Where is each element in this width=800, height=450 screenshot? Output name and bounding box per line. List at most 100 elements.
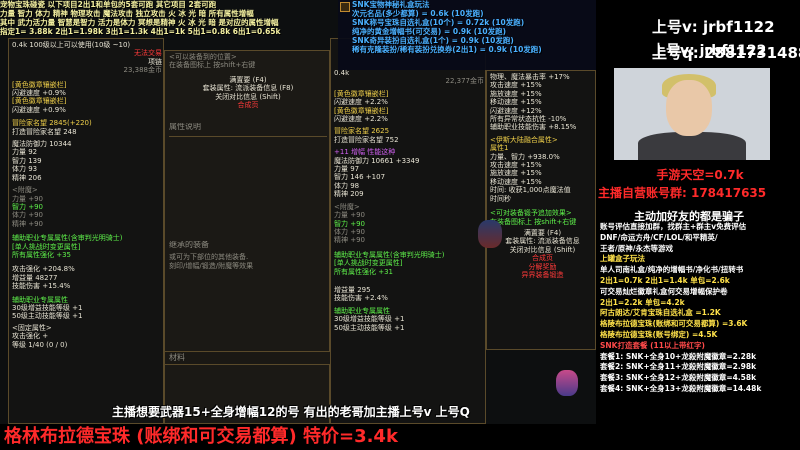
tooltip-line: 22,377金币 [445, 77, 485, 86]
tooltip-line: [黄色徽章镶嵌栏] [12, 80, 67, 89]
tooltip-line: 体力 +90 [334, 227, 365, 236]
game-viewport: 宠物宝珠碰瓷 以下项目2出1和单包的5套可跑 其它项目 2套可跑 力量 智力 体… [0, 0, 596, 450]
tooltip-line: 打造冒险家名望 248 [12, 127, 77, 136]
snk-gem-icon [340, 2, 350, 12]
tooltip-line: 无法交易 [134, 49, 162, 58]
snk-line: 次元名品(多少都算) = 0.6k (10发跑) [352, 9, 484, 18]
tooltip-line: 攻击速度 +15% [490, 81, 542, 90]
tooltip-line: 攻击强化 + [12, 332, 49, 341]
snk-line: SNK称号宝珠自选礼盒(10个) = 0.72k (10发跑) [352, 18, 525, 27]
tooltip-line: 满置要 (F4) [523, 228, 562, 237]
tooltip-line: 闪避速度 +0.9% [12, 105, 66, 114]
streamer-shirt [638, 132, 746, 160]
tooltip-line: 时间: 收获1,000点魔法值 [490, 186, 571, 195]
tooltip-line: 施放速度 +15% [490, 89, 542, 98]
tooltip-line: 合成页 [532, 254, 553, 263]
tooltip-line: 时间秒 [490, 194, 511, 203]
tooltip-line: 施放速度 +15% [490, 169, 542, 178]
tooltip-line: <可对装备锻予追加效果> [490, 209, 572, 218]
info-line: 格陵布拉德宝珠(账号绑定) =4.5K [600, 329, 718, 339]
tooltip-line: +11 增幅 性能这种 [334, 148, 396, 157]
snk-price-box: SNK宝物神秘礼盒玩法 次元名品(多少都算) = 0.6k (10发跑) SNK… [338, 0, 596, 70]
material-label: 材料 [169, 353, 185, 362]
info-line: 套餐4: SNK+全身13+龙殺附魔徽章=14.48k [600, 383, 762, 393]
character-sprite [478, 220, 502, 248]
top-row-3: 指定1= 3.88k 2出1=1.98k 3出1=1.3k 4出1=1k 5出1… [0, 27, 281, 36]
tooltip-line: 增益量 295 [334, 285, 371, 294]
tooltip-line: 50级主动技能等级 +1 [12, 312, 83, 321]
tooltip-line: 攻击强化 +204.8% [12, 265, 75, 274]
tooltip-line: 精神 206 [12, 173, 42, 182]
snk-line: SNK宝物神秘礼盒玩法 [352, 0, 430, 9]
tooltip-line: 智力 +90 [334, 219, 365, 228]
streamer-face [666, 80, 712, 136]
snk-line: 稀有克隆装扮/稀有装扮兑换券(2出1) = 0.9k (10发跑) [352, 45, 542, 54]
tooltip-line: [单人挑战时变更属性] [12, 242, 81, 251]
tooltip-line: 冒险家名望 2625 [334, 127, 390, 136]
tooltip-line: 精神 +90 [334, 236, 365, 245]
tooltip-line: [黄色徽章镶嵌栏] [12, 97, 67, 106]
tooltip-line: 套装属性: 流派装备信息 [505, 237, 580, 246]
tooltip-line: 智力 146 +107 [334, 173, 386, 182]
inherit-title: 继承的装备 [169, 241, 209, 249]
mobile-sky-price: 手游天空=0.7k [656, 168, 744, 182]
price-banner-text: 格林布拉德宝珠 (账绑和可交易都算) 特价=3.4k [4, 426, 398, 447]
tooltip-line: 体力 98 [334, 181, 360, 190]
material-tab[interactable]: 材料 [165, 351, 331, 365]
tooltip-line: <固定属性> [12, 323, 52, 332]
tooltip-line: 关闭对比信息 (Shift) [509, 245, 576, 254]
info-line: 格陵布拉德宝珠(账绑和可交易都算) =3.6K [600, 319, 748, 329]
contact-wechat-text: 上号v: jrbf1122 [652, 18, 775, 36]
tooltip-line: [黄色徽章镶嵌栏] [334, 89, 389, 98]
tooltip-line: 技能伤害 +15.4% [12, 282, 71, 291]
inherit-line: 或可为下部位的其他装备. [169, 253, 249, 262]
tooltip-line: 物理、魔法暴击率 +17% [490, 73, 570, 81]
tooltip-line: 项链 [148, 57, 162, 66]
tab-attribute-desc[interactable]: 属性说明 [169, 123, 327, 137]
tooltip-line: 力量 97 [334, 165, 360, 174]
webcam-feed [614, 68, 770, 160]
tooltip-line: 力量 +90 [12, 194, 43, 203]
tooltip-line: 精神 209 [334, 190, 364, 199]
tooltip-line: 冒险家名望 2845(+220) [12, 119, 92, 128]
info-line: 账号评估直接加群，找群主+群主v免费评估 [600, 222, 747, 231]
tooltip-line: [黄色徽章镶嵌栏] [334, 106, 389, 115]
tooltip-line: 异界装备锻造 [521, 270, 564, 279]
tooltip-line: 在装备图标上 按shift+右键 [490, 217, 577, 226]
tooltip-line: 魔法防御力 10661 +3349 [334, 156, 420, 165]
top-row-1: 力量 智力 体力 精神 物理攻击 魔法攻击 独立攻击 火 冰 光 暗 所有属性增… [0, 9, 254, 18]
info-line: 阿古朗达/艾肯宝珠自选礼盒 =1.2K [600, 308, 721, 318]
tooltip-line: <附魔> [334, 202, 360, 211]
tooltip-line: 50级主动技能等级 +1 [334, 323, 405, 332]
tooltip-line: 等级 1/40 (0 / 0) [12, 340, 68, 349]
tooltip-line: 智力 +90 [12, 202, 43, 211]
item-tooltip-left: 0.4k 100级以上可以使用(10级 ~10) 无法交易 项链 23,388金… [8, 38, 164, 424]
tooltip-line: 力量 +90 [334, 211, 365, 220]
price-banner: 格林布拉德宝珠 (账绑和可交易都算) 特价=3.4k [0, 424, 596, 450]
tooltip-line: 30级增益技能等级 +1 [12, 303, 83, 312]
tooltip-line: 套装属性: 流派装备信息 (F8) [202, 84, 294, 93]
tooltip-line: 关闭对比信息 (Shift) [215, 92, 281, 101]
tooltip-line: 分解奖励 [528, 262, 557, 271]
info-line: 2出1=0.7k 2出1=1.4k 单包=2.6k [600, 275, 730, 285]
tooltip-line: 辅助职业专属属性 [12, 295, 68, 304]
tooltip-line: <可以装备到的位置> [169, 53, 237, 61]
tooltip-line: 23,388金币 [123, 66, 163, 75]
info-line: SNK打造套餐 (11以上带红字) [600, 340, 705, 350]
info-line: 王者/原神/永杰等游戏 [600, 243, 673, 253]
tooltip-line: <附魔> [12, 186, 38, 195]
pet-sprite [556, 370, 578, 396]
tooltip-line: 所有异常状态抗性 -10% [490, 115, 567, 124]
tooltip-line: 0.4k [334, 69, 350, 77]
tooltip-line: 辅助职业专属属性(含审判光明骑士) [12, 234, 123, 243]
tooltip-line: 力量、智力 +938.0% [490, 152, 560, 161]
item-tooltip-third: 物理、魔法暴击率 +17% 攻击速度 +15% 施放速度 +15% 移动速度 +… [486, 70, 596, 350]
tooltip-line: 合成页 [237, 101, 259, 110]
tooltip-line: 增益量 48277 [12, 273, 58, 282]
info-line: 套餐3: SNK+全身12+龙殺附魔徽章=4.58k [600, 373, 757, 383]
tooltip-line: 体力 +90 [12, 211, 43, 220]
tooltip-line: 技能伤害 +2.4% [334, 294, 388, 303]
stream-subtitle: 主播想要武器15+全身增幅12的号 有出的老哥加主播上号v 上号Q [112, 405, 470, 419]
tooltip-line: 闪避速度 +12% [490, 106, 542, 115]
info-line: 单人司南礼盒/纯净的增幅书/净化书/扭转书 [600, 265, 744, 275]
